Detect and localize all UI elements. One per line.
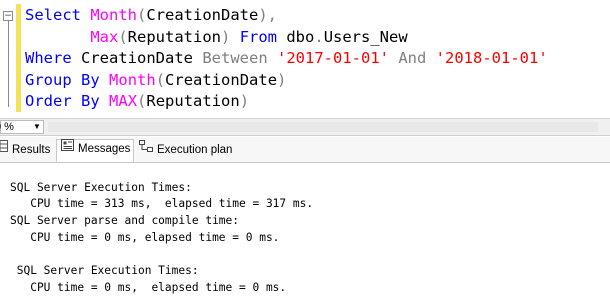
code-token: Month <box>90 6 138 24</box>
code-token: CreationDate <box>71 49 203 67</box>
code-token: ( <box>137 6 147 24</box>
code-token: CreationDate <box>165 70 278 89</box>
code-token: Users_New <box>323 27 408 46</box>
code-token: Group <box>25 70 72 89</box>
code-token: ) <box>221 27 231 46</box>
changed-lines-indicator <box>16 4 21 112</box>
query-editor[interactable]: − Select Month(CreationDate), Max(Reputa… <box>0 0 610 118</box>
message-line: SQL Server Execution Times: <box>10 264 199 277</box>
code-token: ( <box>137 92 147 110</box>
tab-results-label: Results <box>12 144 51 157</box>
code-token: Month <box>109 70 156 89</box>
code-token: '2017-01-01' <box>277 49 389 67</box>
tab-results[interactable]: Results <box>0 140 51 161</box>
code-line[interactable]: Select Month(CreationDate), <box>25 5 548 27</box>
code-token: Reputation <box>146 92 240 110</box>
tab-execution-plan-label: Execution plan <box>157 144 233 157</box>
zoom-bar: 0 % ▼ <box>0 118 610 136</box>
grid-icon <box>0 140 8 158</box>
outline-line <box>8 21 9 107</box>
code-line[interactable]: Where CreationDate Between '2017-01-01' … <box>25 48 548 70</box>
message-line: CPU time = 313 ms, elapsed time = 317 ms… <box>10 197 314 210</box>
message-line: CPU time = 0 ms, elapsed time = 0 ms. <box>10 281 287 294</box>
zoom-select[interactable]: 0 % ▼ <box>0 120 44 134</box>
execution-plan-icon <box>139 140 153 158</box>
code-token: MAX <box>109 92 138 110</box>
code-token: ), <box>258 6 278 24</box>
code-line[interactable]: Group By Month(CreationDate) <box>25 70 548 92</box>
code-token: ( <box>118 27 128 46</box>
code-token: Between <box>202 49 268 67</box>
code-token: ( <box>155 70 166 89</box>
messages-icon <box>61 139 74 157</box>
tab-execution-plan[interactable]: Execution plan <box>139 140 233 161</box>
code-token: From <box>239 27 278 46</box>
code-token: By <box>81 70 100 89</box>
zoom-dropdown-arrow-icon[interactable]: ▼ <box>33 121 41 133</box>
code-token: CreationDate <box>146 6 259 24</box>
code-line[interactable]: Order By MAX(Reputation) <box>25 91 548 113</box>
code-token: . <box>314 27 324 46</box>
code-token: dbo <box>277 27 315 46</box>
code-token: And <box>398 49 427 67</box>
horizontal-scrollbar[interactable] <box>48 122 598 132</box>
sql-code[interactable]: Select Month(CreationDate), Max(Reputati… <box>25 5 548 113</box>
code-token: ) <box>277 70 287 89</box>
results-tab-strip: Results Messages Execution plan <box>0 137 610 163</box>
code-token: Select <box>25 6 81 24</box>
editor-gutter: − <box>0 0 17 118</box>
zoom-value: 0 % <box>0 121 14 133</box>
code-token: Max <box>90 27 119 46</box>
tab-messages-label: Messages <box>78 143 131 156</box>
code-token: '2018-01-01' <box>435 49 548 67</box>
messages-pane[interactable]: SQL Server Execution Times: CPU time = 3… <box>0 163 610 305</box>
code-token: Reputation <box>127 27 221 46</box>
collapse-toggle-icon[interactable]: − <box>3 11 13 21</box>
code-token: Where <box>25 49 72 67</box>
code-token: By <box>81 92 100 110</box>
code-token: ) <box>239 92 250 110</box>
code-line[interactable]: Max(Reputation) From dbo.Users_New <box>25 27 548 49</box>
message-line: CPU time = 0 ms, elapsed time = 0 ms. <box>10 231 280 244</box>
tab-messages[interactable]: Messages <box>56 139 135 162</box>
message-line: SQL Server parse and compile time: <box>10 214 240 227</box>
message-line: SQL Server Execution Times: <box>10 181 192 194</box>
code-token: Order <box>25 92 72 110</box>
